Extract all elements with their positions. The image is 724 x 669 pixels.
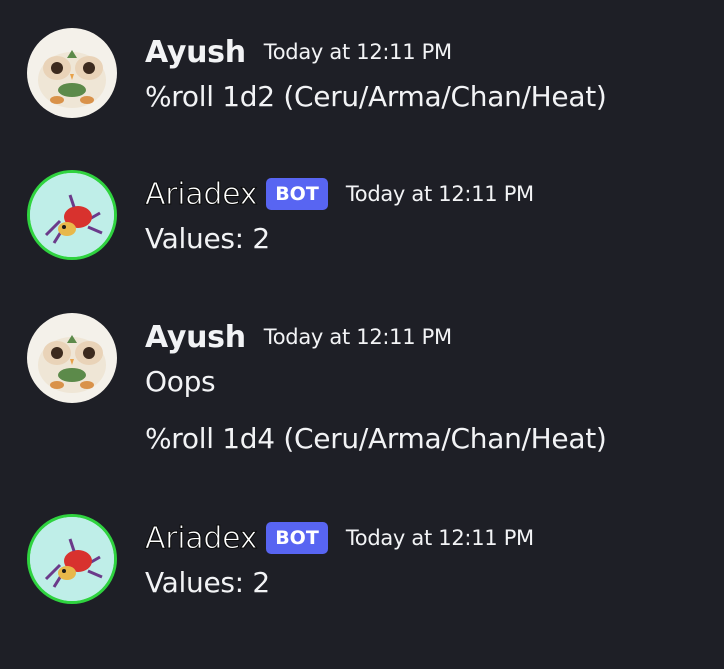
ariados-avatar-icon[interactable] [27,170,117,260]
message-content: Ayush Today at 12:11 PM Oops %roll 1d4 (… [145,317,720,458]
ariados-avatar-icon[interactable] [27,514,117,604]
message-timestamp[interactable]: Today at 12:11 PM [346,182,534,206]
rowlet-avatar-icon[interactable] [27,28,117,118]
message-header: Ariadex BOT Today at 12:11 PM [144,174,720,214]
message-header: Ayush Today at 12:11 PM [145,317,720,357]
message-timestamp[interactable]: Today at 12:11 PM [264,40,452,64]
message-text: %roll 1d4 (Ceru/Arma/Chan/Heat) [145,422,607,455]
message-content: Ayush Today at 12:11 PM %roll 1d2 (Ceru/… [145,32,720,116]
message-timestamp[interactable]: Today at 12:11 PM [346,526,534,550]
message-content: Ariadex BOT Today at 12:11 PM Values: 2 [144,518,720,602]
message-text: Values: 2 [145,566,270,599]
chat-message-list: Ayush Today at 12:11 PM %roll 1d2 (Ceru/… [0,0,724,669]
message-text: Values: 2 [145,222,270,255]
message-text: %roll 1d2 (Ceru/Arma/Chan/Heat) [145,80,607,113]
author-name[interactable]: Ayush [145,320,246,355]
author-name[interactable]: Ayush [145,35,246,70]
bot-tag: BOT [266,178,328,210]
message-header: Ariadex BOT Today at 12:11 PM [144,518,720,558]
author-name[interactable]: Ariadex [144,520,258,556]
rowlet-avatar-icon[interactable] [27,313,117,403]
author-name[interactable]: Ariadex [144,176,258,212]
message-content: Ariadex BOT Today at 12:11 PM Values: 2 [144,174,720,258]
message-header: Ayush Today at 12:11 PM [145,32,720,72]
message-text: Oops [145,365,216,398]
bot-tag: BOT [266,522,328,554]
message-timestamp[interactable]: Today at 12:11 PM [264,325,452,349]
